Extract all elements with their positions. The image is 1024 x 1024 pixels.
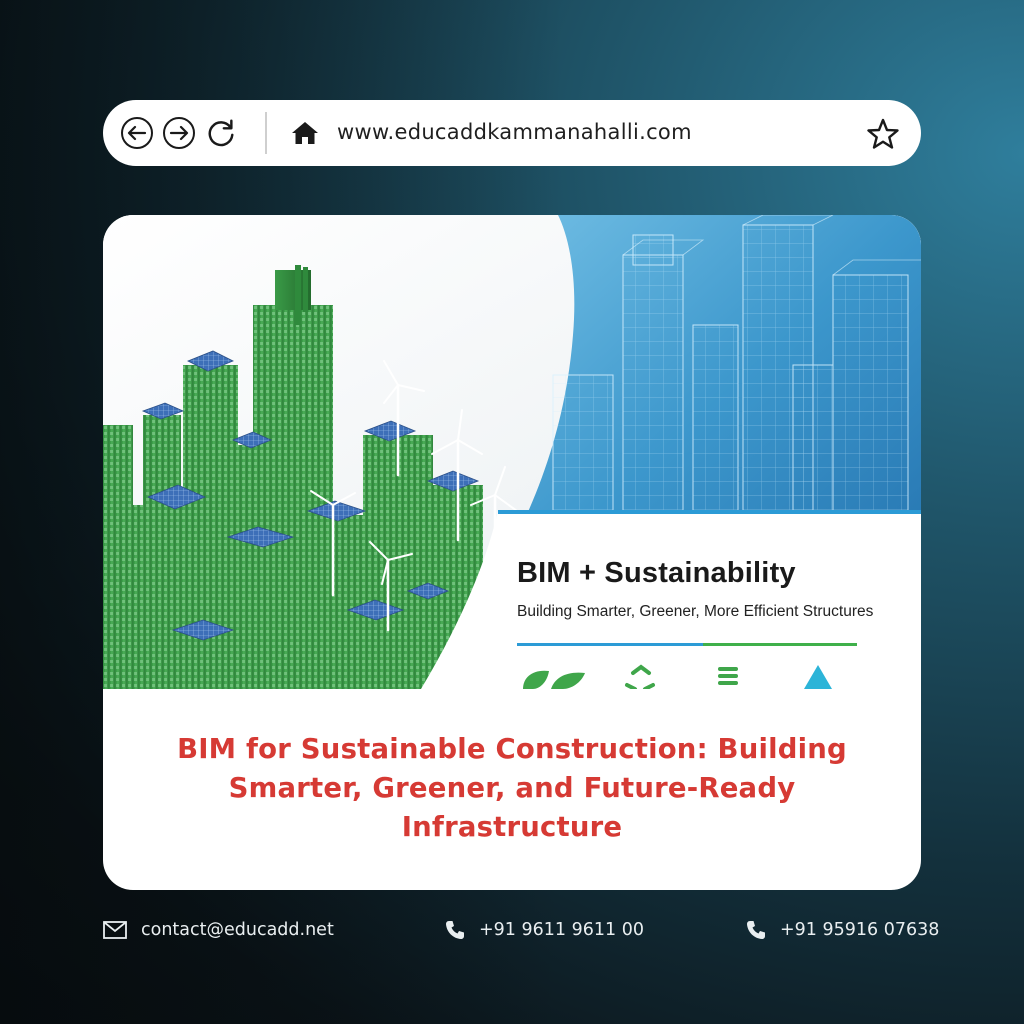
toolbar-divider: [265, 112, 267, 154]
article-title[interactable]: BIM for Sustainable Construction: Buildi…: [143, 730, 881, 847]
phone-icon: [747, 921, 765, 939]
back-button[interactable]: [121, 117, 153, 149]
footer-phone-1[interactable]: +91 9611 9611 00: [445, 920, 644, 940]
mail-icon: [103, 921, 127, 939]
browser-address-bar: www.educaddkammanahalli.com: [103, 100, 921, 166]
footer-phone-1-text: +91 9611 9611 00: [479, 920, 644, 940]
phone-icon: [446, 921, 464, 939]
footer-phone-2-text: +91 95916 07638: [780, 920, 940, 940]
footer-phone-2[interactable]: +91 95916 07638: [746, 920, 939, 940]
forward-button[interactable]: [163, 117, 195, 149]
reload-icon: [208, 119, 234, 147]
arrow-right-icon: [169, 125, 189, 141]
home-icon[interactable]: [291, 121, 319, 145]
star-icon[interactable]: [866, 117, 900, 151]
arrow-left-icon: [127, 125, 147, 141]
article-card[interactable]: BIM + Sustainability Building Smarter, G…: [103, 215, 921, 890]
hero-overlay-subtitle: Building Smarter, Greener, More Efficien…: [517, 603, 874, 620]
footer-email-text: contact@educadd.net: [141, 920, 334, 940]
url-field[interactable]: www.educaddkammanahalli.com: [337, 120, 692, 144]
reload-button[interactable]: [205, 117, 237, 149]
footer-email[interactable]: contact@educadd.net: [103, 920, 334, 940]
hero-overlay-title: BIM + Sustainability: [517, 557, 796, 589]
